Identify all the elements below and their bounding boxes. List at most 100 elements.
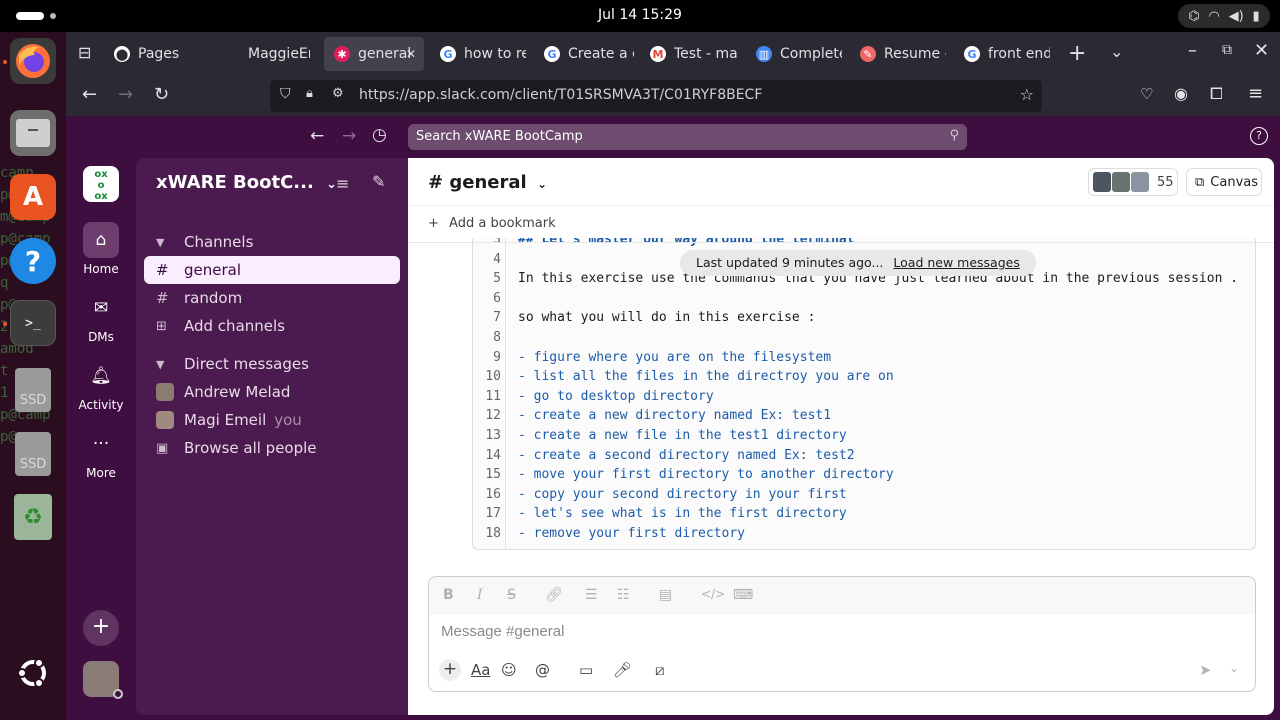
ssd-drive-2[interactable]: SSD xyxy=(15,432,51,476)
sidebar-item-label: general xyxy=(184,261,242,279)
blank-icon xyxy=(224,46,240,62)
canvas-button[interactable]: ⧉ Canvas xyxy=(1186,168,1262,196)
files-launcher[interactable] xyxy=(10,110,56,156)
back-icon[interactable]: ← xyxy=(82,84,97,105)
create-new-button[interactable]: + xyxy=(83,610,119,646)
close-window-button[interactable]: ✕ xyxy=(1254,40,1269,61)
browser-tab[interactable]: ✱ general ✕ xyxy=(324,37,424,71)
send-options-chevron-icon[interactable]: ⌄ xyxy=(1229,661,1239,675)
close-tab-icon[interactable]: ✕ xyxy=(406,47,416,61)
add-bookmark-button[interactable]: + Add a bookmark xyxy=(428,216,556,231)
sidebar-item-dm-andrew[interactable]: Andrew Melad xyxy=(144,378,400,406)
line-number: 10 xyxy=(485,369,501,385)
rail-activity[interactable]: 🔔︎ Activity xyxy=(66,358,136,412)
bookmark-divider xyxy=(408,242,1274,243)
url-bar[interactable]: ⛉ 🔒︎ ⚙ https://app.slack.com/client/T01S… xyxy=(270,80,1042,112)
add-channels-button[interactable]: ⊞ Add channels xyxy=(144,312,400,340)
rail-dms[interactable]: ✉ DMs xyxy=(66,290,136,344)
extensions-icon[interactable]: ⧠ xyxy=(1210,84,1223,104)
browse-people-button[interactable]: ▣ Browse all people xyxy=(144,434,400,462)
mention-icon[interactable]: @ xyxy=(535,661,550,679)
history-back-icon[interactable]: ← xyxy=(310,126,324,146)
help-launcher[interactable]: ? xyxy=(10,238,56,284)
list-tabs-icon[interactable]: ⌄ xyxy=(1110,42,1123,61)
browser-tab[interactable]: MaggieEmeil xyxy=(214,37,310,71)
browser-tab[interactable]: Gfront end xyxy=(954,37,1050,71)
filter-icon[interactable]: ≡ xyxy=(336,174,349,193)
canvas-label: Canvas xyxy=(1210,174,1259,190)
sidebar-item-random[interactable]: # random xyxy=(144,284,400,312)
rail-home[interactable]: ⌂ Home xyxy=(66,222,136,276)
browser-tab[interactable]: ✎ Resume - xyxy=(850,37,946,71)
code-icon[interactable]: </> xyxy=(701,587,725,601)
show-apps-button[interactable] xyxy=(10,650,56,696)
workspace-name[interactable]: xWARE BootC... ⌄ xyxy=(156,172,337,193)
member-list-button[interactable]: 55 xyxy=(1088,168,1178,196)
help-icon[interactable]: ? xyxy=(1250,127,1268,145)
new-tab-button[interactable]: + xyxy=(1068,41,1086,66)
message-input[interactable] xyxy=(441,623,1201,640)
trash-launcher[interactable]: ♻ xyxy=(14,494,52,540)
code-block-icon[interactable]: ⌨ xyxy=(733,587,753,603)
pocket-icon[interactable]: ♡ xyxy=(1140,85,1153,103)
compose-icon[interactable]: ✎ xyxy=(372,172,385,191)
maximize-button[interactable]: ⧉ xyxy=(1222,42,1232,58)
bold-icon[interactable]: B xyxy=(443,587,454,603)
sidebar-item-dm-magi[interactable]: Magi Emeil you xyxy=(144,406,400,434)
rail-more[interactable]: ··· More xyxy=(66,426,136,480)
you-label: you xyxy=(274,411,302,429)
forward-icon[interactable]: → xyxy=(118,84,133,105)
system-tray[interactable]: ⌬ ◠ ◀) ▮ xyxy=(1178,4,1270,28)
bulleted-list-icon[interactable]: ☷ xyxy=(617,587,630,603)
volume-icon: ◀) xyxy=(1228,8,1244,24)
app-center-launcher[interactable]: A xyxy=(10,174,56,220)
ordered-list-icon[interactable]: ☰ xyxy=(585,587,598,603)
workspace-logo[interactable]: ox o ox xyxy=(83,166,119,202)
search-bar[interactable]: Search xWARE BootCamp ⚲ xyxy=(408,124,967,150)
shield-icon[interactable]: ⛉ xyxy=(280,86,291,102)
lock-icon[interactable]: 🔒︎ xyxy=(306,86,313,101)
url-text[interactable]: https://app.slack.com/client/T01SRSMVA3T… xyxy=(359,87,762,103)
browser-tab[interactable]: ⬤ Pages xyxy=(104,37,204,71)
history-icon[interactable]: ◷ xyxy=(372,125,387,145)
attach-plus-button[interactable]: + xyxy=(439,659,461,681)
microphone-icon[interactable]: 🎤︎ xyxy=(613,661,632,679)
tab-overview-icon[interactable]: ⊟ xyxy=(78,43,91,62)
bell-icon: 🔔︎ xyxy=(90,366,112,386)
shortcuts-icon[interactable]: ⧄ xyxy=(655,661,665,679)
minimize-button[interactable]: – xyxy=(1188,40,1197,61)
formatting-toolbar: B I S 🔗︎ ☰ ☷ ▤ </> ⌨ xyxy=(429,577,1255,615)
ssd-drive-1[interactable]: SSD xyxy=(15,368,51,412)
account-icon[interactable]: ◉ xyxy=(1174,84,1188,103)
permissions-icon[interactable]: ⚙ xyxy=(332,86,344,101)
strikethrough-icon[interactable]: S xyxy=(507,587,516,603)
link-icon[interactable]: 🔗︎ xyxy=(545,587,563,603)
channel-title[interactable]: # general ⌄ xyxy=(428,172,547,193)
menu-icon[interactable]: ≡ xyxy=(1248,83,1263,104)
browser-tab[interactable]: M Test - ma xyxy=(640,37,738,71)
sidebar-item-general[interactable]: # general xyxy=(144,256,400,284)
channels-section-header[interactable]: ▼ Channels xyxy=(144,228,400,256)
dm-section-header[interactable]: ▼ Direct messages xyxy=(144,350,400,378)
browser-tab[interactable]: Ghow to re xyxy=(430,37,526,71)
terminal-launcher[interactable]: >_ xyxy=(10,300,56,346)
user-avatar[interactable] xyxy=(83,661,123,699)
emoji-icon[interactable]: ☺ xyxy=(501,661,517,679)
rail-activity-label: Activity xyxy=(78,398,124,412)
help-icon: ? xyxy=(24,244,42,278)
blockquote-icon[interactable]: ▤ xyxy=(659,587,672,603)
home-icon: ⌂ xyxy=(83,222,119,258)
browser-tab[interactable]: G Create a c xyxy=(534,37,634,71)
load-new-messages-link[interactable]: Load new messages xyxy=(893,255,1019,270)
reload-icon[interactable]: ↻ xyxy=(154,84,169,105)
system-clock[interactable]: Jul 14 15:29 xyxy=(0,7,1280,23)
send-icon[interactable]: ➤ xyxy=(1199,661,1212,679)
formatting-toggle-icon[interactable]: Aa xyxy=(471,661,490,679)
firefox-launcher[interactable] xyxy=(10,38,56,84)
browser-tab[interactable]: ▥ Complete xyxy=(746,37,842,71)
bookmark-star-icon[interactable]: ☆ xyxy=(1020,85,1034,104)
italic-icon[interactable]: I xyxy=(477,587,483,603)
files-icon xyxy=(16,119,50,147)
history-forward-icon[interactable]: → xyxy=(342,126,356,146)
video-icon[interactable]: ▭ xyxy=(579,661,593,679)
